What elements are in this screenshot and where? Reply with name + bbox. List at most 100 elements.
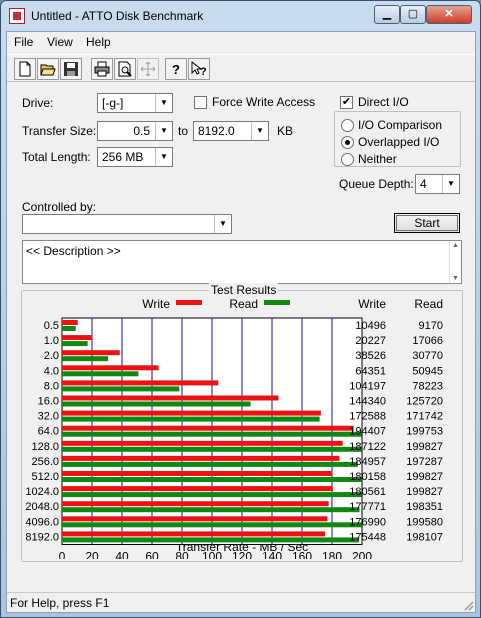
open-folder-icon[interactable] xyxy=(37,58,59,80)
drive-label: Drive: xyxy=(22,96,54,110)
read-value: 199827 xyxy=(406,441,443,453)
maximize-button[interactable]: ▢ xyxy=(400,5,426,24)
write-bar xyxy=(62,531,326,537)
description-scrollbar[interactable]: ▲ ▼ xyxy=(449,241,461,283)
read-value: 171742 xyxy=(406,411,443,423)
resize-grip-icon[interactable] xyxy=(462,599,474,611)
read-bar xyxy=(62,431,362,437)
y-tick-label: 64.0 xyxy=(38,426,59,438)
menu-help[interactable]: Help xyxy=(86,35,111,49)
y-tick-label: 16.0 xyxy=(38,396,59,408)
read-value: 198107 xyxy=(406,531,443,543)
chevron-down-icon: ▼ xyxy=(442,175,459,193)
write-value: 10496 xyxy=(355,320,386,332)
write-value: 144340 xyxy=(349,396,386,408)
write-value: 177771 xyxy=(349,501,386,513)
read-column-header: Read xyxy=(414,297,443,311)
test-results-title: Test Results xyxy=(209,283,279,297)
controlled-by-select[interactable]: ▼ xyxy=(22,214,232,234)
save-disk-icon[interactable] xyxy=(60,58,82,80)
overlapped-io-radio[interactable] xyxy=(341,136,354,149)
queue-depth-label: Queue Depth: xyxy=(339,177,414,191)
x-tick-label: 60 xyxy=(145,550,159,560)
menu-file[interactable]: File xyxy=(14,35,33,49)
context-help-icon[interactable]: ? xyxy=(188,58,210,80)
scroll-up-icon[interactable]: ▲ xyxy=(450,242,461,249)
drive-select[interactable]: [-g-] ▼ xyxy=(97,93,173,113)
transfer-size-to-select[interactable]: 8192.0 ▼ xyxy=(193,121,269,141)
read-bar xyxy=(62,461,358,467)
read-bar xyxy=(62,326,76,331)
overlapped-io-label: Overlapped I/O xyxy=(358,135,440,149)
write-bar xyxy=(62,380,219,386)
read-bar xyxy=(62,477,362,482)
scroll-down-icon[interactable]: ▼ xyxy=(450,275,461,282)
help-icon[interactable]: ? xyxy=(165,58,187,80)
force-write-access-checkbox[interactable] xyxy=(194,96,207,109)
read-value: 198351 xyxy=(406,501,443,513)
description-box[interactable]: << Description >> ▲ ▼ xyxy=(22,240,462,284)
neither-radio[interactable] xyxy=(341,153,354,166)
total-length-select[interactable]: 256 MB ▼ xyxy=(97,147,173,167)
queue-depth-select[interactable]: 4 ▼ xyxy=(415,174,460,194)
read-value: 78223 xyxy=(412,380,443,392)
transfer-size-from-select[interactable]: 0.5 ▼ xyxy=(97,121,173,141)
print-preview-icon[interactable] xyxy=(114,58,136,80)
write-bar xyxy=(62,335,93,341)
write-value: 20227 xyxy=(355,335,386,347)
write-value: 180158 xyxy=(349,471,386,483)
write-bar xyxy=(62,320,78,325)
y-tick-label: 8192.0 xyxy=(25,531,59,543)
read-bar xyxy=(62,446,362,452)
write-value: 64351 xyxy=(355,365,386,377)
svg-text:?: ? xyxy=(172,62,180,77)
transfer-size-label: Transfer Size: xyxy=(22,124,97,138)
read-value: 199827 xyxy=(406,486,443,498)
x-tick-label: 0 xyxy=(59,550,66,560)
x-tick-label: 20 xyxy=(85,550,99,560)
y-tick-label: 1.0 xyxy=(44,335,59,347)
y-tick-label: 512.0 xyxy=(31,471,59,483)
atto-app-icon[interactable] xyxy=(9,8,25,24)
read-bar xyxy=(62,507,360,513)
new-file-icon[interactable] xyxy=(14,58,36,80)
read-bar xyxy=(62,386,180,392)
direct-io-checkbox[interactable]: ✔ xyxy=(340,96,353,109)
legend-read-swatch xyxy=(264,300,290,305)
write-bar xyxy=(62,516,328,522)
controlled-by-label: Controlled by: xyxy=(22,200,97,214)
read-bar xyxy=(62,416,320,422)
io-comparison-radio[interactable] xyxy=(341,119,354,132)
start-button[interactable]: Start xyxy=(394,213,460,233)
x-tick-label: 200 xyxy=(352,550,372,560)
menu-view[interactable]: View xyxy=(47,35,73,49)
legend-write-label: Write xyxy=(142,297,170,311)
window-title: Untitled - ATTO Disk Benchmark xyxy=(31,9,204,23)
print-icon[interactable] xyxy=(91,58,113,80)
chevron-down-icon: ▼ xyxy=(251,122,268,140)
write-column-header: Write xyxy=(358,297,386,311)
legend-read-label: Read xyxy=(229,297,258,311)
write-bar xyxy=(62,455,340,461)
write-bar xyxy=(62,501,329,507)
x-tick-label: 40 xyxy=(115,550,129,560)
write-value: 175448 xyxy=(349,531,386,543)
read-bar xyxy=(62,522,362,528)
minimize-button[interactable]: ▁ xyxy=(374,5,400,24)
title-bar[interactable]: Untitled - ATTO Disk Benchmark ▁ ▢ ✕ xyxy=(1,1,480,31)
write-bar xyxy=(62,486,333,492)
read-value: 9170 xyxy=(419,320,443,332)
results-chart: Write Read Write Read Transfer Rate - MB… xyxy=(25,297,443,560)
read-bar xyxy=(62,371,139,377)
write-value: 104197 xyxy=(349,380,386,392)
y-tick-label: 4.0 xyxy=(44,365,59,377)
y-tick-label: 128.0 xyxy=(31,441,59,453)
client-area: File View Help ? ? Drive: [-g-] ▼ Force … xyxy=(6,31,476,613)
read-value: 17066 xyxy=(412,335,443,347)
write-value: 180561 xyxy=(349,486,386,498)
move-icon[interactable] xyxy=(137,58,159,80)
y-tick-label: 2048.0 xyxy=(25,501,59,513)
write-value: 172588 xyxy=(349,411,386,423)
write-bar xyxy=(62,471,333,476)
close-button[interactable]: ✕ xyxy=(426,5,472,24)
